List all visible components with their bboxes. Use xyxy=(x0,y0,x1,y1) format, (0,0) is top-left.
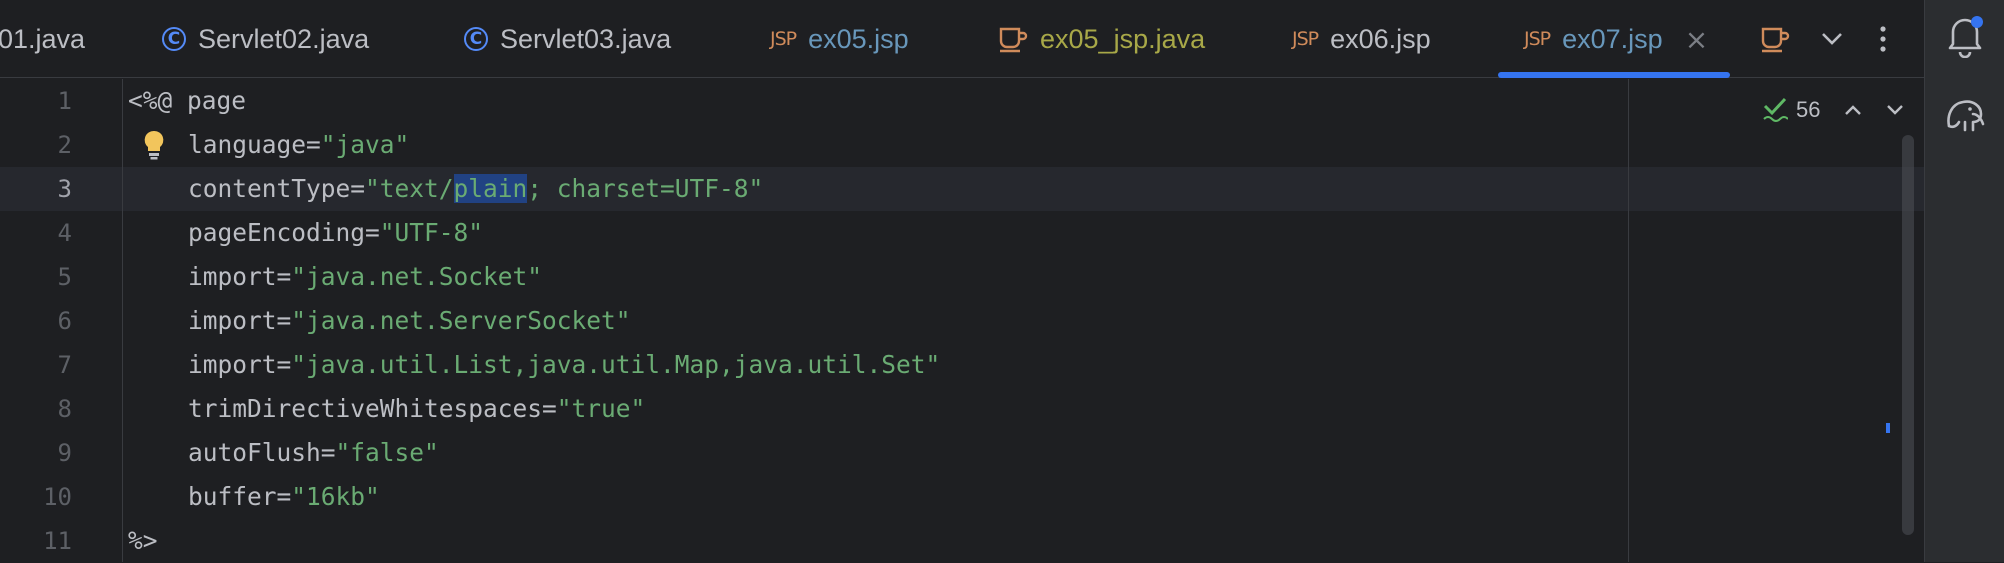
tab-label: Servlet02.java xyxy=(198,23,370,54)
vertical-scrollbar[interactable] xyxy=(1902,135,1914,535)
line-number: 9 xyxy=(57,439,72,467)
line-number: 4 xyxy=(57,219,72,247)
line-number: 3 xyxy=(57,175,72,203)
line-number: 1 xyxy=(57,87,72,115)
database-elephant-icon[interactable] xyxy=(1925,96,2004,136)
java-cup-icon[interactable] xyxy=(1752,0,1798,78)
right-tool-window-bar xyxy=(1924,0,2004,562)
tab-label: Servlet03.java xyxy=(500,23,672,54)
line-number: 6 xyxy=(57,307,72,335)
code-line: trimDirectiveWhitespaces="true" xyxy=(188,394,646,423)
code-editor[interactable]: 1 2 3 4 5 6 7 8 9 10 11 <%@ page languag… xyxy=(0,79,1924,562)
scrollbar-marker xyxy=(1886,423,1890,433)
active-tab-indicator xyxy=(1498,72,1730,78)
tab-ex07-jsp[interactable]: JSP ex07.jsp × xyxy=(1524,0,1708,78)
tab-label: 01.java xyxy=(0,23,86,54)
notifications-icon[interactable] xyxy=(1925,12,2004,58)
line-number: 7 xyxy=(57,351,72,379)
class-icon: C xyxy=(162,27,186,51)
tab-label: ex05.jsp xyxy=(808,23,909,54)
jsp-icon: JSP xyxy=(1292,28,1319,50)
code-line: %> xyxy=(128,526,158,555)
inspection-count: 56 xyxy=(1796,97,1821,122)
tab-01-java[interactable]: 01.java xyxy=(0,0,85,78)
class-icon: C xyxy=(464,27,488,51)
line-number: 11 xyxy=(43,527,72,555)
tab-ex05-jsp-java[interactable]: ex05_jsp.java xyxy=(998,0,1205,78)
tab-servlet02-java[interactable]: C Servlet02.java xyxy=(162,0,369,78)
code-line: <%@ page xyxy=(128,86,247,115)
code-line: import="java.util.List,java.util.Map,jav… xyxy=(188,350,941,379)
tab-label: ex06.jsp xyxy=(1330,23,1431,54)
line-number: 8 xyxy=(57,395,72,423)
code-line: language="java" xyxy=(188,130,410,159)
editor-tab-bar: 01.java C Servlet02.java C Servlet03.jav… xyxy=(0,0,1924,78)
tab-label: ex07.jsp xyxy=(1562,23,1663,54)
code-line: contentType="text/plain; charset=UTF-8" xyxy=(188,174,764,203)
chevron-down-icon[interactable] xyxy=(1812,0,1852,78)
chevron-up-icon[interactable] xyxy=(1844,104,1862,116)
more-options-icon[interactable] xyxy=(1866,0,1900,78)
line-number: 5 xyxy=(57,263,72,291)
java-cup-icon xyxy=(998,25,1028,53)
check-mark-icon xyxy=(1762,94,1789,127)
tab-ex06-jsp[interactable]: JSP ex06.jsp xyxy=(1292,0,1431,78)
tab-servlet03-java[interactable]: C Servlet03.java xyxy=(464,0,671,78)
lightbulb-icon[interactable] xyxy=(142,123,166,167)
jsp-icon: JSP xyxy=(1524,28,1551,50)
close-icon[interactable]: × xyxy=(1685,23,1708,56)
inspection-widget[interactable]: 56 xyxy=(1762,93,1904,127)
text-selection: plain xyxy=(453,174,528,203)
gutter-divider xyxy=(122,79,123,562)
right-margin-guide xyxy=(1628,79,1629,562)
code-line: autoFlush="false" xyxy=(188,438,439,467)
tab-label: ex05_jsp.java xyxy=(1040,23,1206,54)
tab-ex05-jsp[interactable]: JSP ex05.jsp xyxy=(770,0,909,78)
line-number: 10 xyxy=(43,483,72,511)
code-line: pageEncoding="UTF-8" xyxy=(188,218,484,247)
code-line: buffer="16kb" xyxy=(188,482,380,511)
line-number: 2 xyxy=(57,131,72,159)
code-line: import="java.net.Socket" xyxy=(188,262,543,291)
code-line: import="java.net.ServerSocket" xyxy=(188,306,631,335)
jsp-icon: JSP xyxy=(770,28,797,50)
chevron-down-icon[interactable] xyxy=(1886,104,1904,116)
